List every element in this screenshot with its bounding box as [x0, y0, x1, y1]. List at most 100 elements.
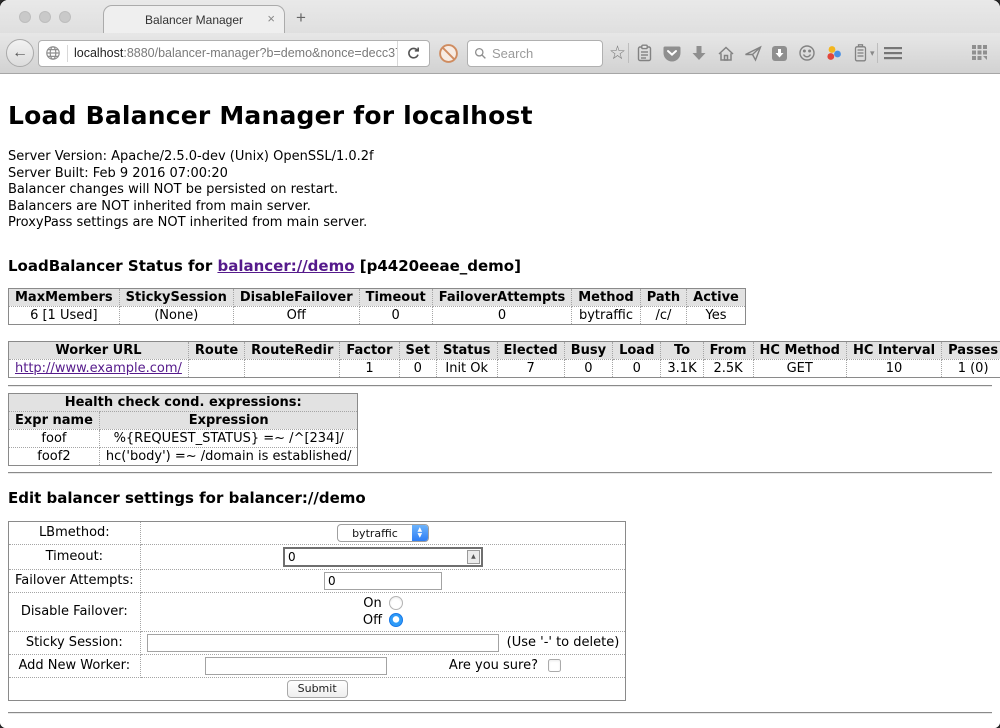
disable-failover-off-radio[interactable]: [389, 613, 403, 627]
table-row: http://www.example.com/ 1 0 Init Ok 7 0 …: [9, 359, 1000, 377]
tab-title: Balancer Manager: [145, 13, 243, 27]
cell-elected: 7: [497, 359, 564, 377]
page-bottom-divider: [8, 712, 992, 714]
reload-icon[interactable]: [397, 41, 429, 66]
timeout-value: 0: [285, 550, 467, 564]
form-row-submit: Submit: [9, 677, 626, 700]
cell-from: 2.5K: [703, 359, 753, 377]
are-you-sure-checkbox[interactable]: [548, 659, 561, 672]
col-stickysession: StickySession: [119, 288, 233, 306]
col-routeredir: RouteRedir: [245, 341, 340, 359]
window-controls[interactable]: [19, 11, 71, 23]
add-new-worker-input[interactable]: [205, 657, 387, 675]
browser-window: Balancer Manager × + ← localhost:8880/ba…: [0, 0, 1000, 728]
menu-hamburger-icon[interactable]: [880, 40, 907, 67]
col-route: Route: [188, 341, 244, 359]
send-plane-icon[interactable]: [739, 40, 766, 67]
col-failoverattempts: FailoverAttempts: [432, 288, 572, 306]
site-identity-globe-icon[interactable]: [39, 45, 67, 61]
lbmethod-select[interactable]: bytraffic ▲▼: [337, 524, 429, 542]
url-text[interactable]: localhost:8880/balancer-manager?b=demo&n…: [68, 46, 397, 60]
worker-url-link[interactable]: http://www.example.com/: [15, 361, 182, 376]
cell-route: [188, 359, 244, 377]
col-hc-method: HC Method: [753, 341, 846, 359]
minimize-window-button[interactable]: [39, 11, 51, 23]
form-row-sticky: Sticky Session: (Use '-' to delete): [9, 631, 626, 654]
search-bar[interactable]: [467, 40, 603, 67]
page-title: Load Balancer Manager for localhost: [8, 101, 992, 130]
hello-smiley-icon[interactable]: [793, 40, 820, 67]
cell-hc-interval: 10: [846, 359, 941, 377]
cell-method: bytraffic: [572, 306, 640, 324]
form-row-failover: Failover Attempts:: [9, 569, 626, 592]
col-from: From: [703, 341, 753, 359]
toolbar-separator: [877, 43, 878, 63]
loadbalancer-status-heading: LoadBalancer Status for balancer://demo …: [8, 257, 992, 275]
table-header-row: MaxMembers StickySession DisableFailover…: [9, 288, 746, 306]
close-tab-icon[interactable]: ×: [267, 12, 275, 26]
edit-balancer-heading: Edit balancer settings for balancer://de…: [8, 489, 992, 507]
chevron-down-icon[interactable]: ▾: [870, 48, 875, 59]
status-heading-suffix: [p4420eeae_demo]: [355, 257, 521, 275]
col-expression: Expression: [99, 411, 358, 429]
url-host: localhost: [74, 46, 123, 60]
url-path: :8880/balancer-manager?b=demo&nonce=decc…: [123, 46, 397, 60]
radio-on-label: On: [363, 595, 381, 612]
color-dots-extension-icon[interactable]: [820, 40, 847, 67]
bookmarks-clipboard-icon[interactable]: [631, 40, 658, 67]
col-factor: Factor: [340, 341, 399, 359]
tab-bar: Balancer Manager × +: [0, 0, 1000, 33]
bookmark-star-icon[interactable]: ☆: [609, 42, 626, 65]
zoom-window-button[interactable]: [59, 11, 71, 23]
number-spinner-icon[interactable]: ▲: [467, 550, 480, 564]
sticky-session-input[interactable]: [147, 634, 499, 652]
cell-status: Init Ok: [436, 359, 497, 377]
grid-extension-icon[interactable]: [967, 40, 994, 67]
sticky-session-label: Sticky Session:: [9, 631, 141, 654]
cell-hc-method: GET: [753, 359, 846, 377]
table-header-row: Expr name Expression: [9, 411, 358, 429]
are-you-sure-label: Are you sure?: [449, 658, 538, 673]
search-icon: [474, 47, 487, 60]
extension-download-box-icon[interactable]: [766, 40, 793, 67]
toolbar-separator: [628, 43, 629, 63]
cell-disablefailover: Off: [233, 306, 359, 324]
cell-expr-name: foof: [9, 429, 100, 447]
col-busy: Busy: [564, 341, 612, 359]
cell-active: Yes: [687, 306, 746, 324]
table-row: foof2 hc('body') =~ /domain is establish…: [9, 447, 358, 465]
cell-maxmembers: 6 [1 Used]: [9, 306, 120, 324]
table-header-row: Worker URL Route RouteRedir Factor Set S…: [9, 341, 1000, 359]
content-blocked-icon[interactable]: [438, 43, 459, 64]
disable-failover-label: Disable Failover:: [9, 592, 141, 631]
timeout-input[interactable]: 0 ▲: [283, 547, 483, 567]
search-input[interactable]: [492, 46, 582, 61]
url-bar[interactable]: localhost:8880/balancer-manager?b=demo&n…: [38, 40, 430, 67]
health-check-table: Health check cond. expressions: Expr nam…: [8, 393, 358, 466]
disable-failover-on-radio[interactable]: [389, 596, 403, 610]
submit-button[interactable]: Submit: [287, 680, 348, 698]
sticky-session-hint: (Use '-' to delete): [507, 635, 620, 650]
balancer-demo-link[interactable]: balancer://demo: [217, 257, 354, 275]
section-divider: [8, 385, 992, 387]
close-window-button[interactable]: [19, 11, 31, 23]
lbmethod-label: LBmethod:: [9, 521, 141, 544]
tab-balancer-manager[interactable]: Balancer Manager ×: [103, 5, 285, 33]
section-divider: [8, 472, 992, 474]
cell-failoverattempts: 0: [432, 306, 572, 324]
server-info: Server Version: Apache/2.5.0-dev (Unix) …: [8, 149, 992, 232]
new-tab-button[interactable]: +: [296, 8, 306, 28]
col-maxmembers: MaxMembers: [9, 288, 120, 306]
downloads-icon[interactable]: [685, 40, 712, 67]
timeout-label: Timeout:: [9, 544, 141, 569]
cell-expr-name: foof2: [9, 447, 100, 465]
col-set: Set: [399, 341, 436, 359]
back-button[interactable]: ←: [6, 39, 34, 67]
col-method: Method: [572, 288, 640, 306]
home-icon[interactable]: [712, 40, 739, 67]
table-header-row: Health check cond. expressions:: [9, 393, 358, 411]
pocket-icon[interactable]: [658, 40, 685, 67]
cell-expression: %{REQUEST_STATUS} =~ /^[234]/: [99, 429, 358, 447]
failover-attempts-input[interactable]: [324, 572, 442, 590]
cell-worker-url: http://www.example.com/: [9, 359, 189, 377]
